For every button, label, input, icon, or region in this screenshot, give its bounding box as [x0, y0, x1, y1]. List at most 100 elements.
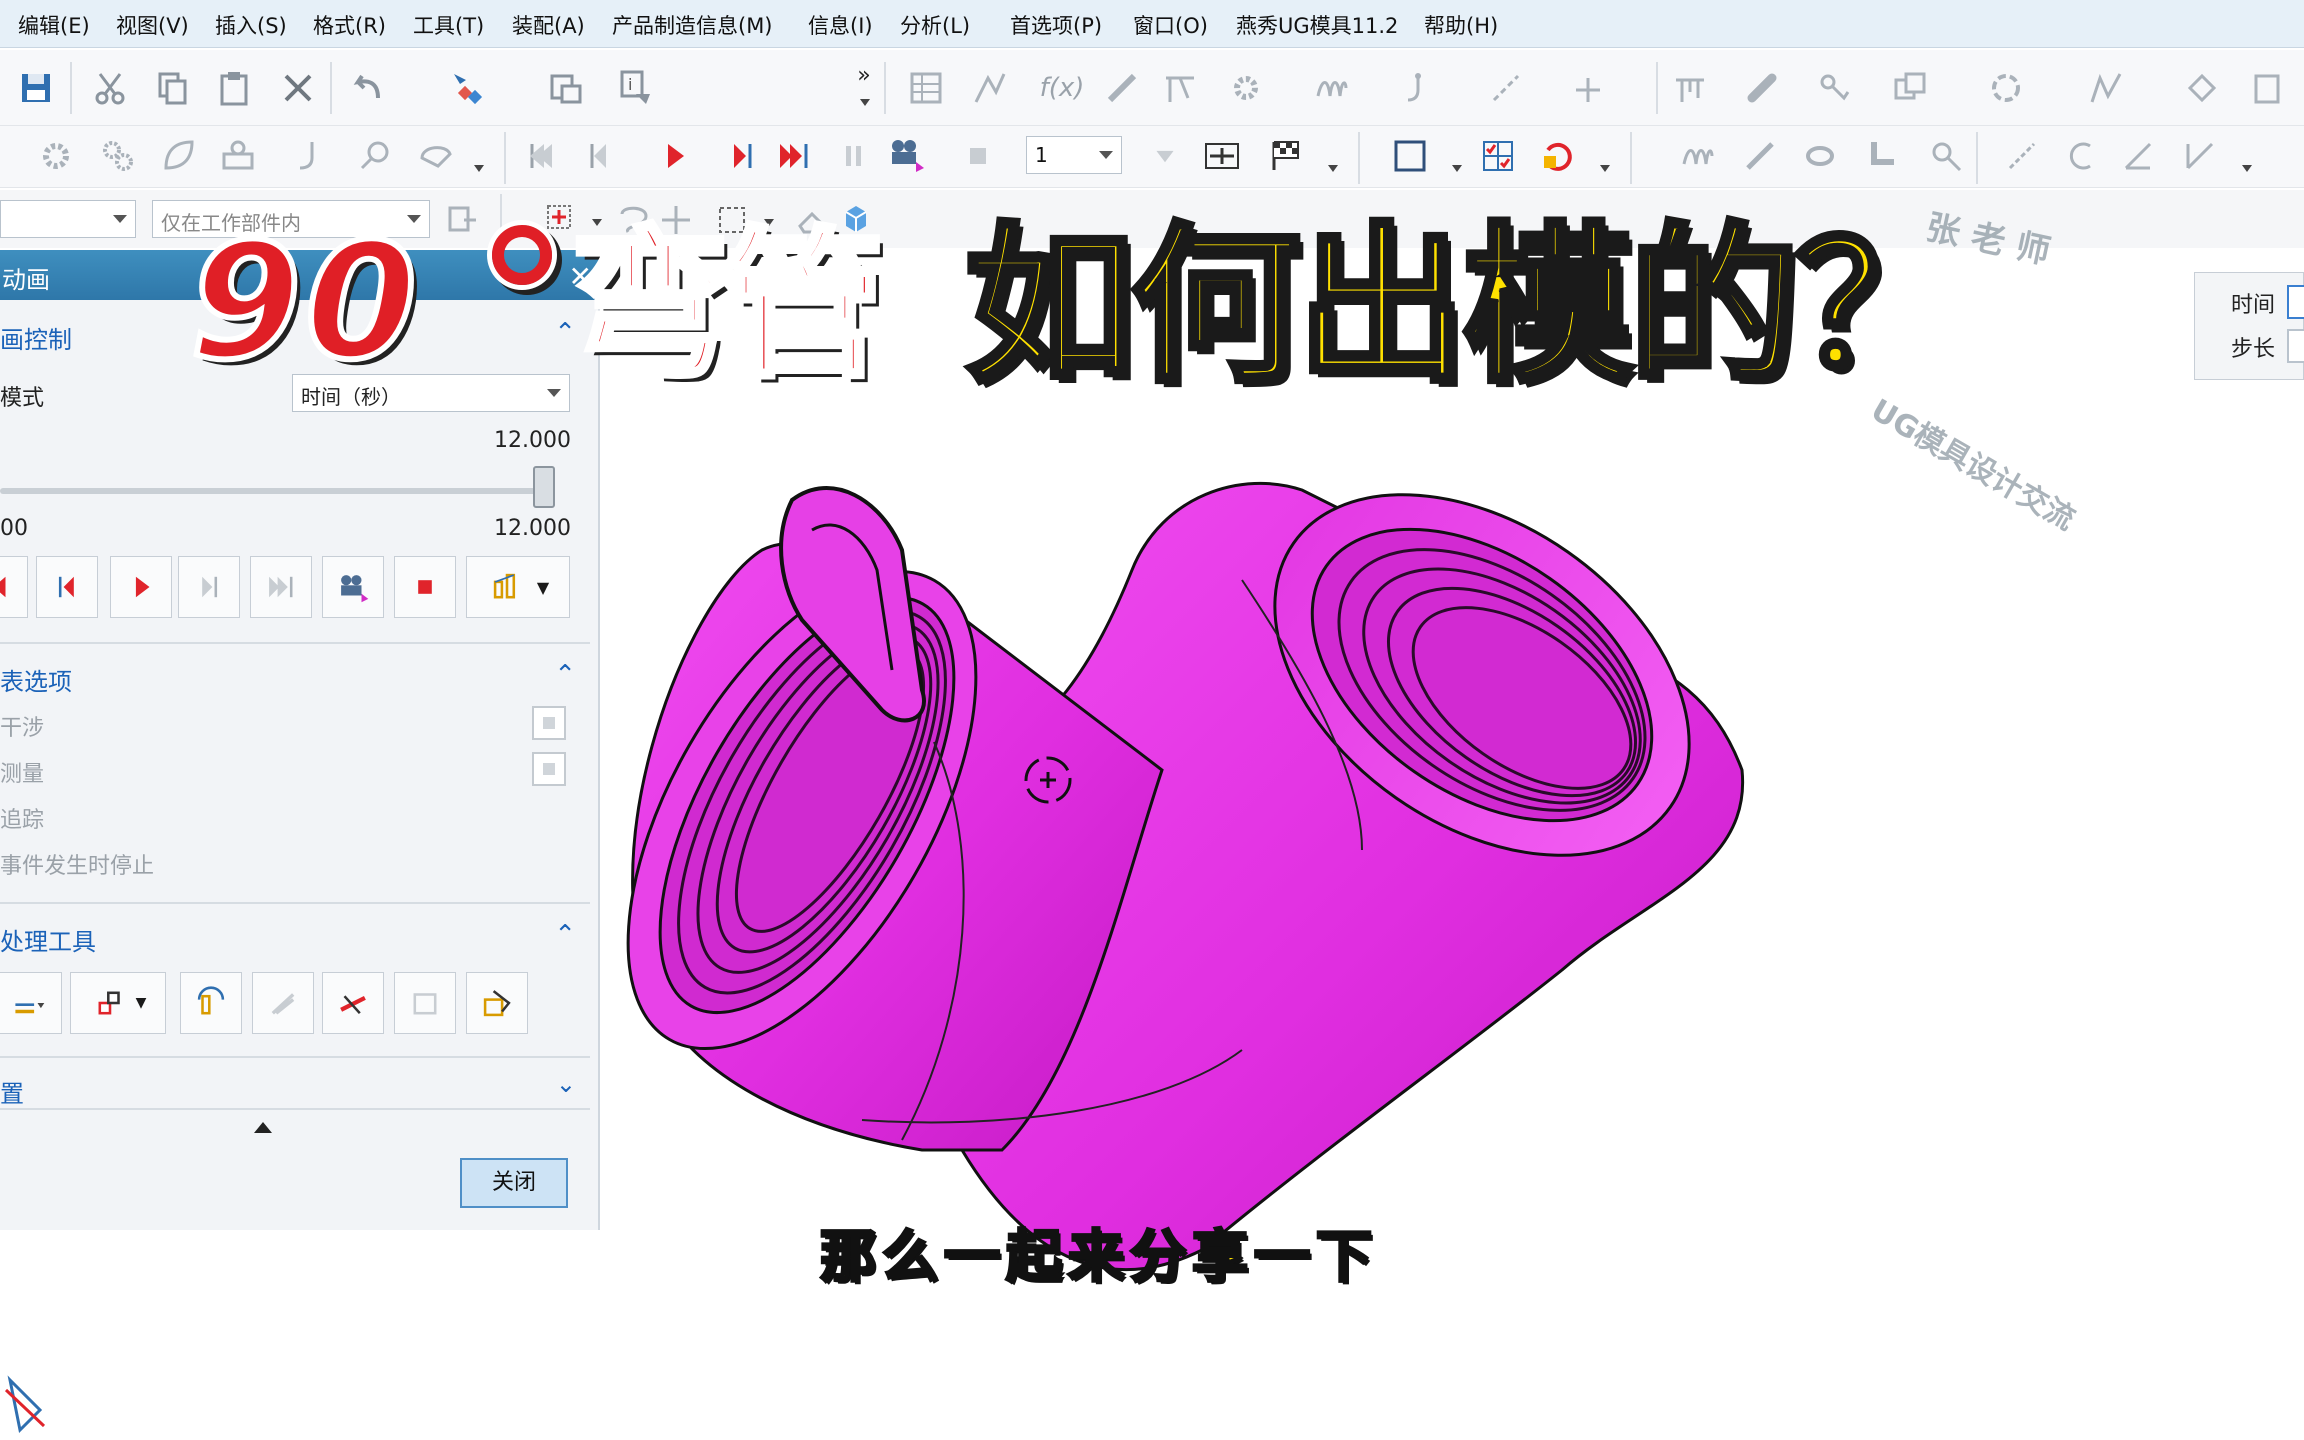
coil-icon[interactable] [1676, 134, 1720, 178]
angle-arrow-icon[interactable] [2178, 134, 2222, 178]
rewind-button[interactable] [0, 556, 28, 618]
menu-edit[interactable]: 编辑(E) [18, 10, 90, 40]
stop-button[interactable] [394, 556, 456, 618]
menu-window[interactable]: 窗口(O) [1133, 10, 1208, 40]
measure-tool-button[interactable] [0, 972, 62, 1034]
search-path-icon[interactable] [354, 134, 398, 178]
export-tool-button[interactable] [466, 972, 528, 1034]
chevron-down-icon[interactable]: ▼ [136, 995, 147, 1011]
pin-icon[interactable] [1740, 66, 1784, 110]
measure-icon[interactable] [1100, 66, 1144, 110]
component-icon[interactable] [2180, 66, 2224, 110]
knife-icon[interactable] [1738, 134, 1782, 178]
step-field[interactable] [2287, 329, 2304, 363]
time-slider-thumb[interactable] [533, 466, 555, 508]
probe-icon[interactable] [1924, 134, 1968, 178]
step-back-icon[interactable] [576, 134, 620, 178]
sheet-icon[interactable] [904, 66, 948, 110]
skip-end-icon[interactable] [772, 134, 816, 178]
step-combo[interactable]: 1 [1026, 136, 1122, 174]
time-slider-track[interactable] [0, 488, 545, 494]
collapse-arrow-icon[interactable] [254, 1122, 272, 1133]
chevron-up-icon[interactable]: ⌃ [554, 660, 576, 690]
dimension-icon[interactable] [2000, 134, 2044, 178]
menu-info[interactable]: 信息(I) [808, 10, 873, 40]
measure-checkbox[interactable] [532, 752, 566, 786]
part-icon[interactable] [2246, 66, 2290, 110]
rotate-view-icon[interactable] [1984, 66, 2028, 110]
rotate-part-dropdown-icon[interactable] [1598, 160, 1612, 174]
chevron-down-icon[interactable]: ⌄ [556, 1070, 576, 1098]
interference-checkbox[interactable] [532, 706, 566, 740]
section-view-icon[interactable] [1200, 134, 1244, 178]
stop-icon[interactable] [956, 134, 1000, 178]
step-forward-button[interactable] [178, 556, 240, 618]
angle-dropdown-icon[interactable] [2240, 160, 2254, 174]
toolbar-overflow-dropdown-icon[interactable] [858, 94, 872, 108]
line-icon[interactable] [1484, 66, 1528, 110]
gear-icon[interactable] [1224, 66, 1268, 110]
spring-icon[interactable] [1310, 66, 1354, 110]
menu-view[interactable]: 视图(V) [116, 10, 189, 40]
rotate-part-icon[interactable] [1536, 134, 1580, 178]
record-button[interactable] [322, 556, 384, 618]
sketch-curve-icon[interactable] [968, 66, 1012, 110]
filter-reset-icon[interactable] [440, 198, 484, 242]
gear-set-icon[interactable] [96, 134, 140, 178]
mold-gear-icon[interactable] [34, 134, 78, 178]
step-back-button[interactable] [36, 556, 98, 618]
menu-pmi[interactable]: 产品制造信息(M) [612, 10, 773, 40]
leaf-icon[interactable] [156, 134, 200, 178]
menu-preferences[interactable]: 首选项(P) [1010, 10, 1102, 40]
menu-insert[interactable]: 插入(S) [215, 10, 287, 40]
chevron-up-icon[interactable]: ⌃ [554, 920, 576, 950]
part-nav-icon[interactable] [544, 66, 588, 110]
cam-icon[interactable] [414, 134, 458, 178]
skip-start-icon[interactable] [520, 134, 564, 178]
cut-icon[interactable] [88, 66, 132, 110]
paste-icon[interactable] [212, 66, 256, 110]
menu-analysis[interactable]: 分析(L) [900, 10, 970, 40]
sweep-tool-button[interactable] [252, 972, 314, 1034]
rect-dropdown-icon[interactable] [1450, 160, 1464, 174]
rectangle-select-icon[interactable] [1388, 134, 1432, 178]
pause-icon[interactable] [832, 134, 876, 178]
section-package-tools[interactable]: 处理工具 ⌃ [0, 914, 590, 962]
arc-icon[interactable] [2058, 134, 2102, 178]
cam-dropdown-icon[interactable] [472, 160, 486, 174]
funnel-icon[interactable] [1150, 148, 1180, 168]
motion-envelope-button[interactable]: ▼ [466, 556, 570, 618]
package-tool-button[interactable] [394, 972, 456, 1034]
view-triad-icon[interactable] [0, 1350, 60, 1440]
step-forward-icon[interactable] [720, 134, 764, 178]
angle-icon[interactable] [2116, 134, 2160, 178]
delete-icon[interactable] [276, 66, 320, 110]
grid-check-icon[interactable] [1476, 134, 1520, 178]
toolbar-overflow-icon[interactable]: » [852, 60, 876, 90]
layout-icon[interactable] [1888, 66, 1932, 110]
select-filter-icon[interactable] [444, 66, 488, 110]
menu-help[interactable]: 帮助(H) [1424, 10, 1498, 40]
play-icon[interactable] [652, 134, 696, 178]
menu-yanxiu[interactable]: 燕秀UG模具11.2 [1236, 10, 1398, 40]
type-filter-combo[interactable] [0, 200, 136, 238]
point-icon[interactable] [1566, 68, 1610, 112]
menu-assembly[interactable]: 装配(A) [512, 10, 585, 40]
datum-icon[interactable] [1668, 66, 1712, 110]
camera-record-icon[interactable] [884, 132, 928, 176]
time-field[interactable] [2287, 285, 2304, 319]
flag-dropdown-icon[interactable] [1326, 160, 1340, 174]
assembly-icon[interactable] [2084, 66, 2128, 110]
info-icon[interactable]: i [614, 66, 658, 110]
skip-end-button[interactable] [250, 556, 312, 618]
cylinder-icon[interactable] [1798, 134, 1842, 178]
close-button[interactable]: 关闭 [460, 1158, 568, 1208]
robot-icon[interactable] [1812, 66, 1856, 110]
copy-icon[interactable] [150, 66, 194, 110]
section-package-options[interactable]: 表选项 ⌃ [0, 654, 590, 702]
trace-tool-button[interactable]: ▼ [70, 972, 166, 1034]
joint-icon[interactable] [290, 134, 334, 178]
cam-tool-button[interactable] [180, 972, 242, 1034]
save-icon[interactable] [14, 66, 58, 110]
chevron-down-icon[interactable]: ▼ [537, 578, 549, 597]
